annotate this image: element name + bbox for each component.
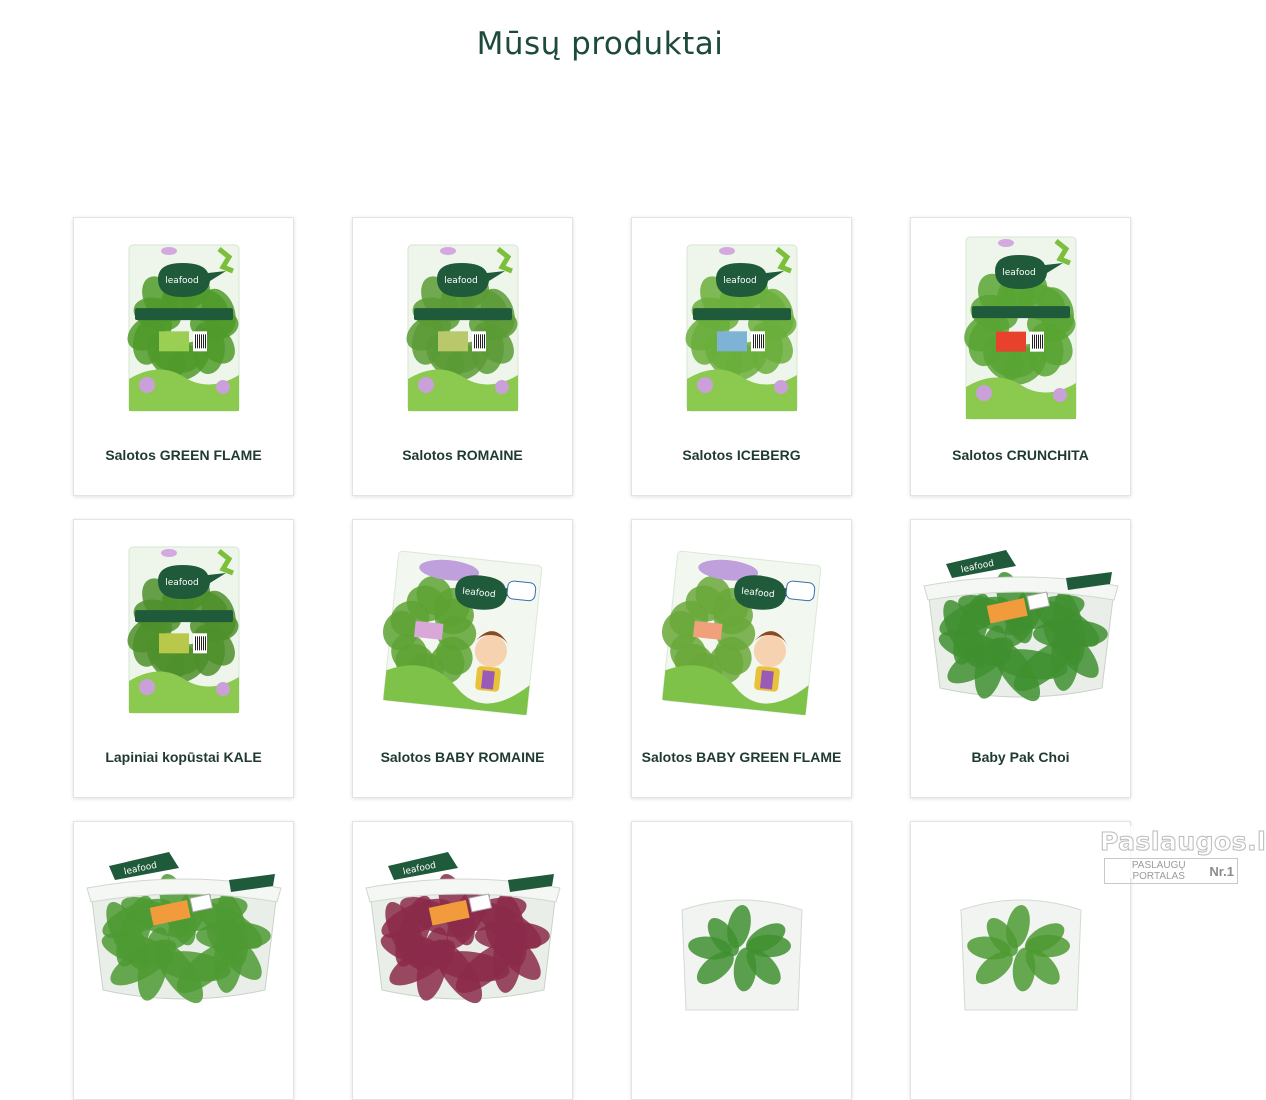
svg-text:leafood: leafood <box>1002 268 1035 278</box>
svg-text:leafood: leafood <box>165 578 198 588</box>
product-image[interactable]: leafood <box>353 842 572 1022</box>
product-name[interactable]: Baby Pak Choi <box>911 749 1130 765</box>
product-card[interactable]: leafood Salotos BABY GREEN FLAME <box>631 519 852 798</box>
product-card[interactable]: leafood Baby Pak Choi <box>910 519 1131 798</box>
watermark-nr: Nr.1 <box>1209 863 1234 879</box>
product-image[interactable]: leafood <box>911 236 1130 420</box>
product-card[interactable] <box>631 821 852 1100</box>
product-card[interactable]: leafood Salotos CRUNCHITA <box>910 217 1131 496</box>
product-image[interactable]: leafood <box>74 842 293 1022</box>
product-name[interactable]: Salotos ICEBERG <box>632 447 851 463</box>
product-card[interactable] <box>910 821 1131 1100</box>
product-image[interactable]: leafood <box>74 540 293 720</box>
product-image[interactable]: leafood <box>911 540 1130 720</box>
svg-text:leafood: leafood <box>723 276 756 286</box>
product-card[interactable]: leafood Salotos GREEN FLAME <box>73 217 294 496</box>
product-package-image: leafood <box>405 244 518 412</box>
product-package-image: leafood <box>364 852 561 1004</box>
product-image[interactable] <box>911 842 1130 1022</box>
product-card[interactable]: leafood Salotos BABY ROMAINE <box>352 519 573 798</box>
product-name[interactable]: Salotos CRUNCHITA <box>911 447 1130 463</box>
product-grid: leafood Salotos GREEN FLAME leafood Salotos… <box>73 217 1131 1100</box>
product-package-image: leafood <box>661 550 821 716</box>
product-package-image: leafood <box>684 244 797 412</box>
watermark-subtitle: PASLAUGŲ PORTALAS <box>1131 860 1186 882</box>
svg-text:leafood: leafood <box>444 276 477 286</box>
product-image[interactable]: leafood <box>353 238 572 418</box>
product-package-image: leafood <box>922 550 1119 702</box>
paslaugos-watermark[interactable]: Paslaugos.lt PASLAUGŲ PORTALAS Nr.1 <box>1100 826 1266 884</box>
product-name[interactable]: Salotos GREEN FLAME <box>74 447 293 463</box>
product-name[interactable]: Lapiniai kopūstai KALE <box>74 749 293 765</box>
product-card[interactable]: leafood <box>73 821 294 1100</box>
product-name[interactable]: Salotos BABY ROMAINE <box>353 749 572 765</box>
svg-text:leafood: leafood <box>165 276 198 286</box>
product-name[interactable]: Salotos ROMAINE <box>353 447 572 463</box>
watermark-brand: Paslaugos.lt <box>1100 827 1266 856</box>
product-card[interactable]: leafood Salotos ROMAINE <box>352 217 573 496</box>
watermark-subtitle-row: PASLAUGŲ PORTALAS Nr.1 <box>1104 858 1238 884</box>
product-package-image <box>959 899 1082 1011</box>
product-card[interactable]: leafood Salotos ICEBERG <box>631 217 852 496</box>
product-package-image: leafood <box>963 236 1076 420</box>
product-package-image: leafood <box>126 244 239 412</box>
product-image[interactable]: leafood <box>353 540 572 720</box>
product-package-image: leafood <box>85 852 282 1004</box>
product-package-image: leafood <box>126 546 239 714</box>
product-image[interactable]: leafood <box>632 540 851 720</box>
product-package-image: leafood <box>382 550 542 716</box>
product-card[interactable]: leafood Lapiniai kopūstai KALE <box>73 519 294 798</box>
product-image[interactable]: leafood <box>74 238 293 418</box>
product-image[interactable]: leafood <box>632 238 851 418</box>
product-name[interactable]: Salotos BABY GREEN FLAME <box>632 749 851 765</box>
page-title: Mūsų produktai <box>476 26 724 62</box>
product-card[interactable]: leafood <box>352 821 573 1100</box>
product-package-image <box>680 899 803 1011</box>
product-image[interactable] <box>632 842 851 1022</box>
